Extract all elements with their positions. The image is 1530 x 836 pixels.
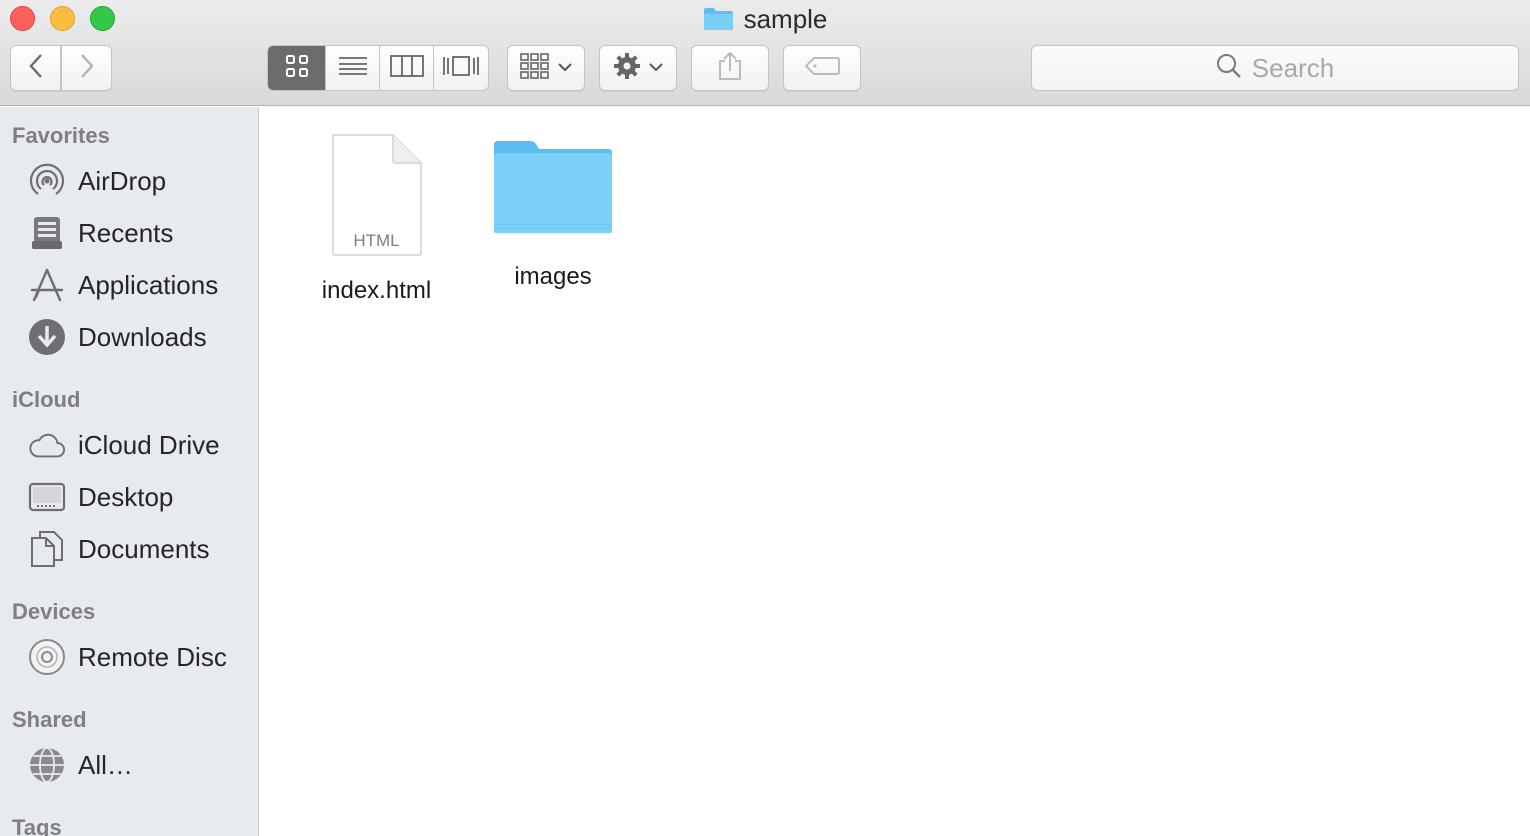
file-name: index.html — [321, 277, 432, 304]
sidebar-item-label: All… — [78, 749, 133, 780]
chevron-left-icon — [28, 53, 44, 84]
folder-icon — [703, 7, 734, 31]
file-name: images — [514, 263, 592, 290]
sidebar-item-label: Recents — [78, 217, 174, 248]
sidebar-item-label: AirDrop — [78, 165, 167, 196]
cover-flow-view-button[interactable] — [434, 46, 488, 90]
chevron-right-icon — [79, 53, 95, 84]
search-placeholder: Search — [1251, 52, 1335, 83]
column-view-icon — [389, 54, 424, 82]
column-view-button[interactable] — [380, 46, 434, 90]
arrange-button[interactable] — [507, 45, 585, 91]
sidebar-item-label: Desktop — [78, 481, 174, 512]
window-title: sample — [0, 4, 1530, 34]
sidebar-item-downloads[interactable]: Downloads — [28, 315, 207, 359]
downloads-icon — [28, 318, 66, 356]
list-view-button[interactable] — [326, 46, 380, 90]
desktop-icon — [28, 478, 66, 516]
sidebar-item-applications[interactable]: Applications — [28, 263, 218, 307]
tag-icon — [804, 56, 840, 81]
sidebar-section-devices: Devices — [12, 599, 96, 624]
sidebar-item-label: Downloads — [78, 321, 207, 352]
share-button[interactable] — [691, 45, 769, 91]
airdrop-icon — [28, 162, 66, 200]
sidebar-section-icloud: iCloud — [12, 387, 81, 412]
view-mode-control — [267, 45, 489, 91]
sidebar-section-shared: Shared — [12, 707, 87, 732]
search-field[interactable]: Search — [1031, 45, 1519, 91]
disc-icon — [28, 638, 66, 676]
action-button[interactable] — [599, 45, 677, 91]
file-item[interactable]: images — [492, 139, 614, 291]
sidebar-item-label: Applications — [78, 269, 219, 300]
cloud-icon — [28, 426, 66, 464]
search-icon — [1216, 53, 1242, 84]
folder-icon — [492, 139, 614, 235]
recents-icon — [28, 214, 66, 252]
chevron-down-icon — [558, 59, 572, 77]
documents-icon — [28, 530, 66, 568]
file-item[interactable]: HTML index.html — [314, 133, 439, 305]
list-view-icon — [338, 56, 368, 81]
sidebar-section-favorites: Favorites — [12, 123, 110, 148]
share-icon — [718, 51, 742, 86]
tag-button[interactable] — [783, 45, 861, 91]
sidebar-item-desktop[interactable]: Desktop — [28, 475, 173, 519]
icon-view-button[interactable] — [268, 46, 326, 90]
file-type-badge: HTML — [353, 231, 400, 250]
sidebar-item-icloud-drive[interactable]: iCloud Drive — [28, 423, 220, 467]
grid-arrange-icon — [520, 52, 550, 84]
file-browser: HTML index.html images — [260, 107, 1530, 836]
sidebar-section-tags: Tags — [12, 815, 62, 836]
sidebar-item-airdrop[interactable]: AirDrop — [28, 159, 166, 203]
sidebar-item-label: Documents — [78, 533, 210, 564]
applications-icon — [28, 266, 66, 304]
window-title-text: sample — [743, 3, 828, 34]
sidebar-item-label: Remote Disc — [78, 641, 227, 672]
icon-view-icon — [285, 54, 308, 82]
gear-icon — [613, 52, 641, 85]
sidebar-item-label: iCloud Drive — [78, 429, 220, 460]
chevron-down-icon — [649, 59, 663, 77]
sidebar: Favorites AirDrop Recents Applications D… — [0, 107, 259, 836]
window-toolbar: sample Search — [0, 0, 1530, 106]
sidebar-item-remote-disc[interactable]: Remote Disc — [28, 635, 227, 679]
sidebar-item-recents[interactable]: Recents — [28, 211, 173, 255]
forward-button[interactable] — [61, 45, 112, 91]
network-icon — [28, 746, 66, 784]
cover-flow-icon — [442, 55, 480, 82]
html-file-icon: HTML — [329, 133, 425, 257]
sidebar-item-all-shared[interactable]: All… — [28, 743, 133, 787]
back-button[interactable] — [10, 45, 61, 91]
sidebar-item-documents[interactable]: Documents — [28, 527, 210, 571]
